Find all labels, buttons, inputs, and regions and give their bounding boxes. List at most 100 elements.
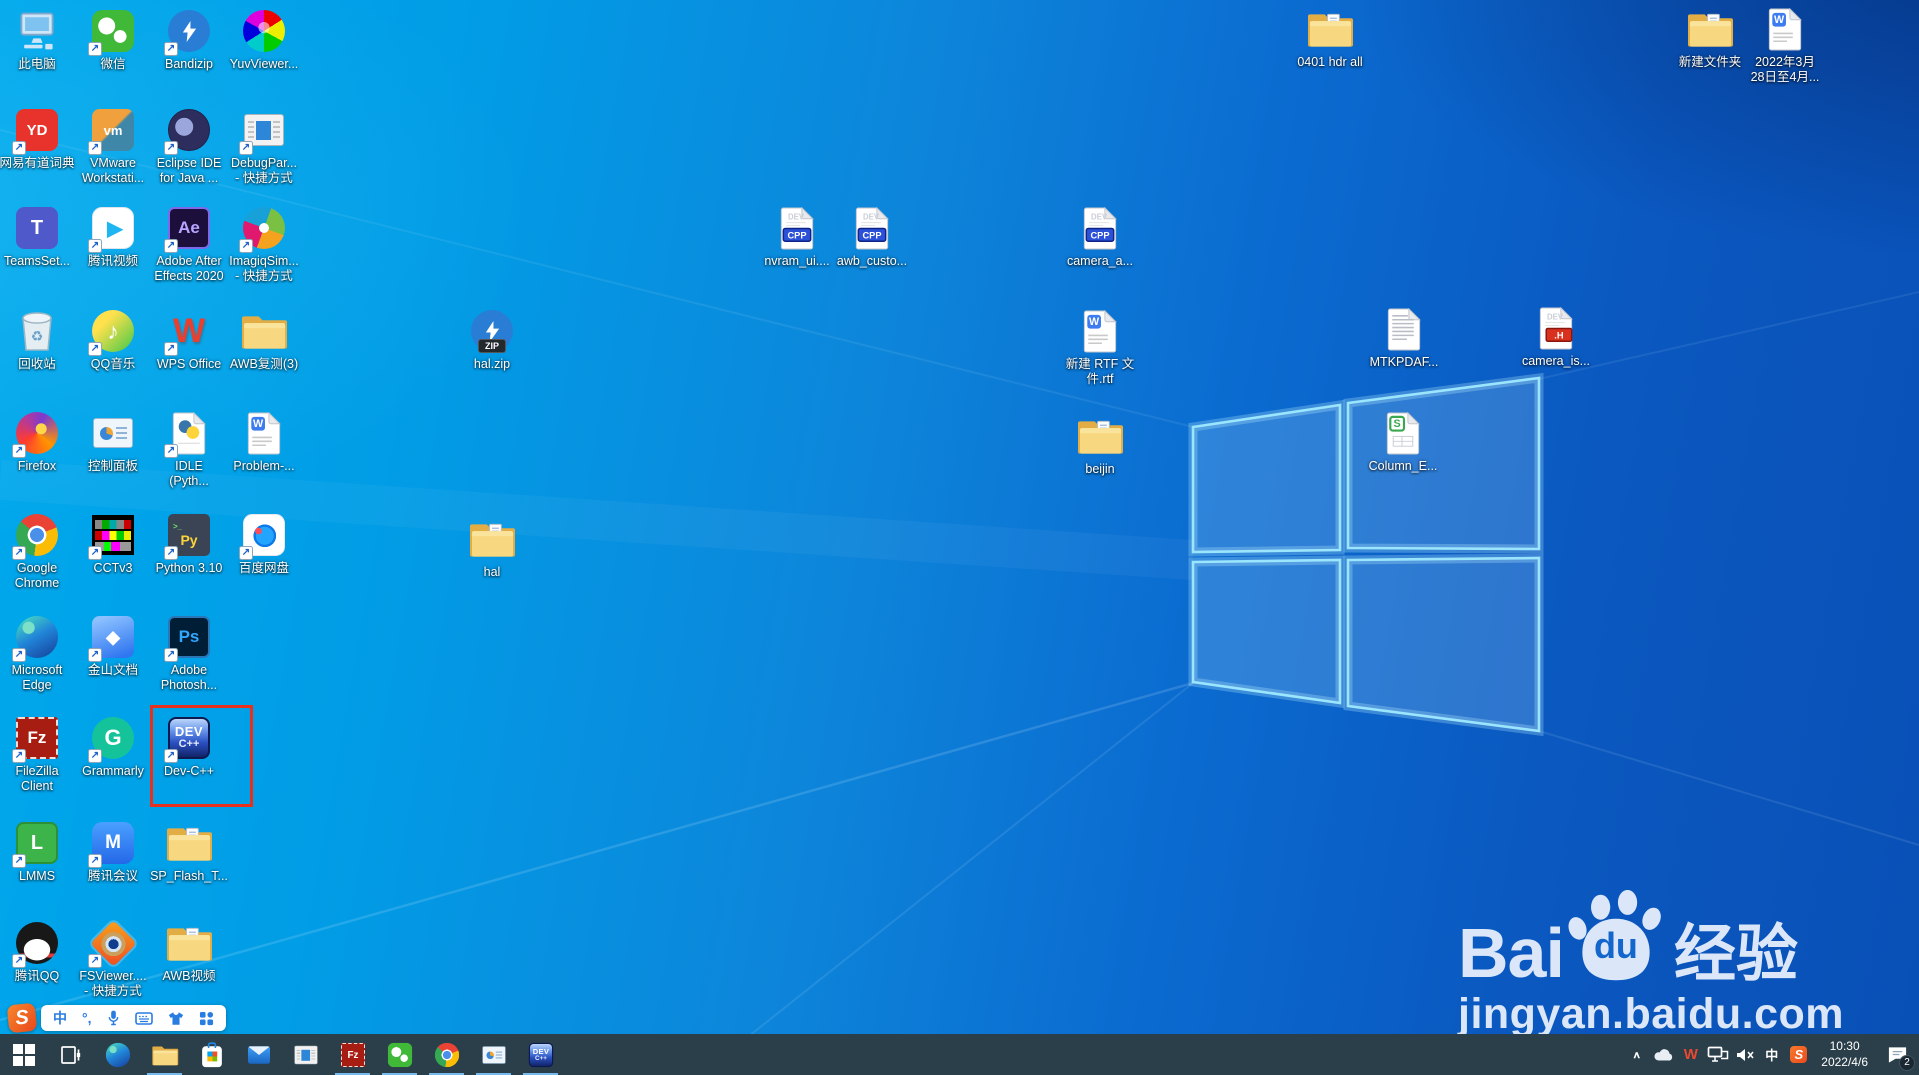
desktop-icon-label: hal.zip [473,357,511,371]
svg-text:.H: .H [1554,330,1564,340]
taskbar-control-panel-button[interactable] [470,1034,517,1075]
start-button[interactable] [0,1034,47,1075]
clock-date: 2022/4/6 [1821,1054,1868,1069]
taskbar-wechat-button[interactable] [376,1034,423,1075]
taskbar: Fz DEV C++ ∧ W 中 S 10:30 2022/4/6 2 [0,1034,1919,1075]
desktop-icon-column-e[interactable]: S Column_E... [1357,410,1449,474]
ime-indicator[interactable]: 中 [1758,1035,1785,1075]
lmms-icon: L ↗ [12,820,60,868]
desktop-icon-sp-flash-tool[interactable]: SP_Flash_T... [143,820,235,884]
desktop-icon-label: 网易有道词典 [0,156,75,170]
hidden-icons-chevron-icon[interactable]: ∧ [1623,1035,1650,1075]
sogou-logo-icon[interactable]: S [6,1002,38,1034]
tencent-meeting-icon: M ↗ [88,820,136,868]
volume-muted-icon[interactable] [1731,1035,1758,1075]
punctuation-mode[interactable]: °, [82,1011,92,1025]
desktop-icon-label: 腾讯会议 [87,869,138,883]
ime-chinese-mode[interactable]: 中 [53,1011,67,1025]
baidu-netdisk-icon: ↗ [239,512,287,560]
sogou-tray-icon[interactable]: S [1785,1035,1812,1075]
python-icon: >_ Py ↗ [164,512,212,560]
shortcut-arrow-icon: ↗ [88,42,102,56]
desktop-icon-camera-a[interactable]: DEV CPP camera_a... [1054,205,1146,269]
shortcut-arrow-icon: ↗ [239,239,253,253]
desktop-icon-beijin[interactable]: beijin [1054,413,1146,477]
wechat-icon: ↗ [88,8,136,56]
folder-icon [241,308,287,354]
desktop-icon-label: 百度网盘 [238,561,289,575]
taskbar-filezilla-button[interactable]: Fz [329,1034,376,1075]
firefox-icon: ↗ [12,410,60,458]
desktop-icon-label: FSViewer.... - 快捷方式 [79,969,147,998]
desktop-icon-label: Python 3.10 [155,561,223,575]
desktop-icon-label: camera_is... [1521,354,1591,368]
cctv3-icon: ↗ [88,512,136,560]
desktop-icon-label: Dev-C++ [163,764,215,778]
desktop-icon-dev-cpp[interactable]: DEV C++ ↗ Dev-C++ [143,715,235,779]
taskbar-store-button[interactable] [188,1034,235,1075]
qq-icon: ↗ [12,920,60,968]
spreadsheet-file-icon: S [1380,410,1426,456]
desktop-icon-debugpar[interactable]: ↗ DebugPar... - 快捷方式 [218,107,310,186]
desktop-icon-camera-is[interactable]: DEV .H camera_is... [1510,305,1602,369]
sogou-input-bar[interactable]: S 中 °, [6,1002,226,1034]
jingyan-text: 经验 [1673,920,1798,989]
shortcut-arrow-icon: ↗ [88,342,102,356]
desktop-icon-label: LMMS [18,869,56,883]
folder-with-files-icon [1077,413,1123,459]
desktop-icon-hdr-folder[interactable]: 0401 hdr all [1284,6,1376,70]
system-tray: ∧ W 中 S 10:30 2022/4/6 2 [1623,1034,1919,1075]
task-view-button[interactable] [47,1034,94,1075]
desktop-icon-label: 2022年3月 28日至4月... [1750,55,1820,84]
folder-with-files-icon [166,920,212,966]
edge-icon: ↗ [12,614,60,662]
skin-icon[interactable] [168,1011,184,1026]
desktop-icon-label: Google Chrome [14,561,60,590]
desktop-icon-label: YuvViewer... [229,57,299,71]
tencent-video-icon: ▶ ↗ [88,205,136,253]
control-panel-icon [90,410,136,456]
keyboard-icon[interactable] [134,1011,153,1025]
desktop-icon-label: camera_a... [1066,254,1133,268]
desktop-icon-photoshop[interactable]: Ps ↗ Adobe Photosh... [143,614,235,693]
desktop-icon-label: Grammarly [82,764,144,778]
desktop-icon-mtkpdaf[interactable]: MTKPDAF... [1358,306,1450,370]
desktop-icon-hal-folder[interactable]: hal [446,516,538,580]
microphone-icon[interactable] [107,1009,120,1027]
desktop-icon-new-rtf[interactable]: W 新建 RTF 文件.rtf [1054,308,1146,387]
vmware-icon: vm ↗ [88,107,136,155]
desktop-icon-label: awb_custo... [836,254,908,268]
desktop-icon-label: 腾讯QQ [14,969,60,983]
desktop-icon-awb-video[interactable]: AWB视频 [143,920,235,984]
taskbar-clock[interactable]: 10:30 2022/4/6 [1812,1039,1877,1070]
desktop-icon-march-doc[interactable]: W 2022年3月 28日至4月... [1739,6,1831,85]
wps-tray-icon[interactable]: W [1677,1035,1704,1075]
svg-text:W: W [253,418,264,430]
taskbar-devcpp-button[interactable]: DEV C++ [517,1034,564,1075]
desktop-icon-problem-doc[interactable]: W Problem-... [218,410,310,474]
network-icon[interactable] [1704,1035,1731,1075]
notification-badge: 2 [1899,1054,1915,1071]
onedrive-icon[interactable] [1650,1035,1677,1075]
desktop-icon-baidu-pan[interactable]: ↗ 百度网盘 [218,512,310,576]
desktop-icon-awb-folder[interactable]: AWB复测(3) [218,308,310,372]
svg-text:CPP: CPP [862,230,881,240]
taskbar-mail-button[interactable] [235,1034,282,1075]
desktop-icon-label: 此电脑 [18,57,56,71]
toolbox-icon[interactable] [199,1011,214,1026]
desktop-icon-awb-custo[interactable]: DEV CPP awb_custo... [826,205,918,269]
taskbar-debugparser-button[interactable] [282,1034,329,1075]
cpp-file-icon: DEV CPP [1077,205,1123,251]
taskbar-edge-button[interactable] [94,1034,141,1075]
desktop-icon-label: AWB视频 [162,969,216,983]
desktop-icon-label: beijin [1085,462,1115,476]
desktop-icon-imagiqsim[interactable]: ↗ ImagiqSim... - 快捷方式 [218,205,310,284]
shortcut-arrow-icon: ↗ [12,854,26,868]
taskbar-chrome-button[interactable] [423,1034,470,1075]
svg-text:DEV: DEV [1091,212,1108,221]
taskbar-explorer-button[interactable] [141,1034,188,1075]
desktop-icon-label: 新建文件夹 [1678,55,1742,69]
desktop-icon-hal-zip[interactable]: ZIP hal.zip [446,308,538,372]
desktop-icon-yuvviewer[interactable]: YuvViewer... [218,8,310,72]
notification-center-button[interactable]: 2 [1877,1035,1917,1075]
